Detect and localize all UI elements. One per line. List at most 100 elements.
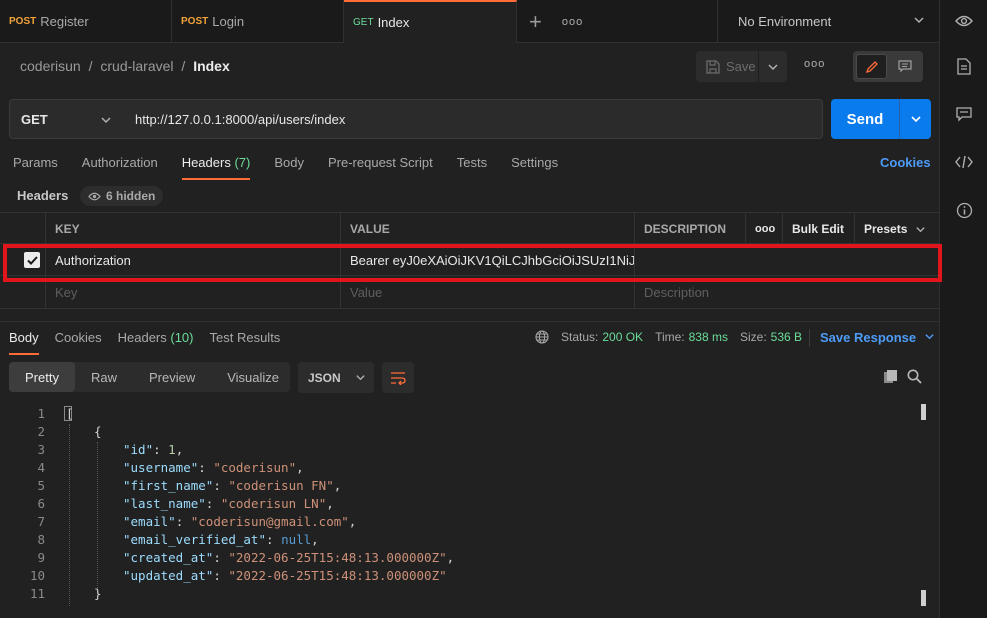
code-line: "email": "coderisun@gmail.com", bbox=[123, 514, 357, 529]
tab-response-cookies[interactable]: Cookies bbox=[55, 330, 102, 355]
save-options-button[interactable] bbox=[759, 61, 787, 73]
more-actions-button[interactable]: ooo bbox=[804, 58, 825, 70]
save-response-label: Save Response bbox=[820, 330, 917, 345]
breadcrumb: coderisun / crud-laravel / Index bbox=[20, 58, 230, 74]
tab-authorization[interactable]: Authorization bbox=[82, 155, 158, 180]
tab-pre-request-script[interactable]: Pre-request Script bbox=[328, 155, 433, 180]
save-button-group: Save bbox=[696, 51, 787, 82]
column-key: KEY bbox=[45, 213, 341, 245]
scrollbar-thumb[interactable] bbox=[921, 404, 926, 420]
tab-index[interactable]: GET Index bbox=[344, 0, 517, 43]
copy-icon[interactable] bbox=[883, 369, 898, 387]
request-tab-bar: POST Register POST Login GET Index + ooo… bbox=[0, 0, 939, 43]
time-label: Time: bbox=[655, 330, 685, 344]
format-select[interactable]: JSON bbox=[298, 362, 374, 393]
chevron-down-icon bbox=[914, 17, 924, 24]
tab-method: GET bbox=[353, 17, 374, 28]
json-key: "last_name" bbox=[123, 496, 206, 511]
breadcrumb-collection[interactable]: crud-laravel bbox=[100, 58, 173, 74]
scrollbar-thumb[interactable] bbox=[921, 590, 926, 606]
send-options-button[interactable] bbox=[899, 99, 931, 139]
tab-login[interactable]: POST Login bbox=[172, 0, 344, 43]
view-raw[interactable]: Raw bbox=[75, 362, 133, 392]
info-icon[interactable] bbox=[954, 200, 974, 220]
json-value: "coderisun FN" bbox=[228, 478, 334, 493]
code-line: "last_name": "coderisun LN", bbox=[123, 496, 334, 511]
eye-icon bbox=[88, 192, 101, 200]
send-button[interactable]: Send bbox=[831, 111, 899, 128]
table-more-button[interactable]: ooo bbox=[745, 213, 783, 245]
more-tabs-button[interactable]: ooo bbox=[562, 16, 583, 28]
save-response-button[interactable]: Save Response bbox=[820, 330, 935, 345]
save-label: Save bbox=[726, 59, 756, 74]
code-line: [ bbox=[66, 406, 74, 421]
mode-toggle bbox=[853, 51, 923, 82]
line-number: 3 bbox=[37, 442, 45, 457]
comment-icon bbox=[897, 60, 912, 73]
search-icon[interactable] bbox=[907, 369, 922, 387]
view-pretty[interactable]: Pretty bbox=[9, 362, 75, 392]
documentation-icon[interactable] bbox=[954, 56, 974, 76]
tab-label: Login bbox=[212, 14, 245, 29]
json-key: "email_verified_at" bbox=[123, 532, 266, 547]
breadcrumb-request[interactable]: Index bbox=[193, 58, 230, 74]
response-body-code[interactable]: 1 2 3 4 5 6 7 8 9 10 11 [ { "id": 1, "us… bbox=[0, 404, 930, 614]
save-button[interactable]: Save bbox=[696, 51, 759, 82]
tab-register[interactable]: POST Register bbox=[0, 0, 172, 43]
tab-test-results[interactable]: Test Results bbox=[210, 330, 281, 355]
globe-icon[interactable] bbox=[535, 330, 549, 344]
view-preview[interactable]: Preview bbox=[133, 362, 211, 392]
json-value: "2022-06-25T15:48:13.000000Z" bbox=[228, 550, 447, 565]
chevron-down-icon bbox=[101, 117, 111, 124]
json-key: "email" bbox=[123, 514, 176, 529]
response-meta: Status: 200 OK Time: 838 ms Size: 536 B bbox=[535, 330, 810, 344]
bulk-edit-button[interactable]: Bulk Edit bbox=[782, 213, 855, 245]
code-snippet-icon[interactable] bbox=[954, 152, 974, 172]
code-line: "updated_at": "2022-06-25T15:48:13.00000… bbox=[123, 568, 447, 583]
hidden-headers-toggle[interactable]: 6 hidden bbox=[80, 186, 164, 206]
json-value: "coderisun LN" bbox=[220, 496, 327, 511]
tab-response-body[interactable]: Body bbox=[9, 330, 39, 355]
code-line: "username": "coderisun", bbox=[123, 460, 304, 475]
wrap-lines-icon bbox=[391, 371, 406, 385]
code-line: "email_verified_at": null, bbox=[123, 532, 319, 547]
tab-method: POST bbox=[9, 16, 37, 27]
url-input[interactable]: http://127.0.0.1:8000/api/users/index bbox=[124, 99, 823, 139]
tab-headers-count: (7) bbox=[234, 155, 251, 170]
code-line: { bbox=[94, 424, 102, 439]
chevron-down-icon bbox=[916, 226, 926, 232]
response-tabs: Body Cookies Headers (10) Test Results bbox=[9, 330, 280, 355]
breadcrumb-workspace[interactable]: coderisun bbox=[20, 58, 81, 74]
comments-icon[interactable] bbox=[954, 104, 974, 124]
divider bbox=[0, 321, 939, 322]
view-visualize[interactable]: Visualize bbox=[211, 362, 295, 392]
http-method-select[interactable]: GET bbox=[9, 99, 125, 139]
indent-guide bbox=[69, 424, 70, 606]
comment-mode-button[interactable] bbox=[889, 54, 920, 79]
status-label: Status: bbox=[561, 330, 599, 344]
add-tab-button[interactable]: + bbox=[529, 9, 542, 35]
http-method-value: GET bbox=[21, 111, 48, 127]
presets-button[interactable]: Presets bbox=[854, 213, 939, 245]
tab-tests[interactable]: Tests bbox=[457, 155, 487, 180]
presets-label: Presets bbox=[864, 222, 908, 236]
chevron-down-icon bbox=[910, 116, 921, 123]
time-value[interactable]: 838 ms bbox=[689, 330, 728, 344]
environment-selector[interactable]: No Environment bbox=[717, 0, 939, 43]
json-key: "updated_at" bbox=[123, 568, 214, 583]
tab-params[interactable]: Params bbox=[13, 155, 58, 180]
line-number: 1 bbox=[37, 406, 45, 421]
url-value: http://127.0.0.1:8000/api/users/index bbox=[135, 111, 346, 127]
edit-mode-button[interactable] bbox=[856, 54, 888, 79]
column-value: VALUE bbox=[340, 213, 635, 245]
wrap-lines-button[interactable] bbox=[382, 362, 414, 393]
tab-response-headers[interactable]: Headers (10) bbox=[118, 330, 194, 355]
save-icon bbox=[706, 59, 720, 74]
status-value[interactable]: 200 OK bbox=[602, 330, 643, 344]
size-value[interactable]: 536 B bbox=[771, 330, 802, 344]
tab-body[interactable]: Body bbox=[274, 155, 304, 180]
cookies-link[interactable]: Cookies bbox=[880, 155, 931, 170]
eye-icon[interactable] bbox=[954, 11, 974, 31]
tab-settings[interactable]: Settings bbox=[511, 155, 558, 180]
tab-headers[interactable]: Headers (7) bbox=[181, 155, 251, 180]
